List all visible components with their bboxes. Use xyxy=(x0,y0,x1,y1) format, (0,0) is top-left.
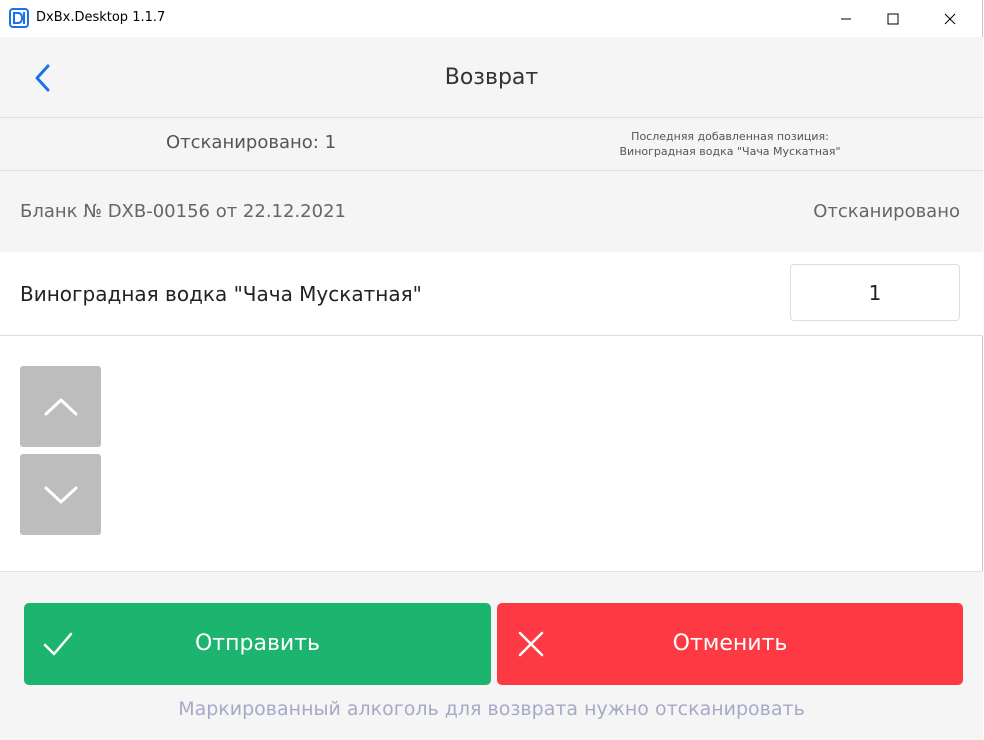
minimize-icon xyxy=(841,18,851,19)
item-name: Виноградная водка "Чача Мускатная" xyxy=(20,282,422,306)
scanned-count: Отсканировано: 1 xyxy=(166,132,337,153)
page-header: Возврат xyxy=(0,37,983,118)
footer: Отправить Отменить Маркированный алкогол… xyxy=(0,571,983,740)
chevron-up-icon xyxy=(44,398,77,415)
quantity-field[interactable]: 1 xyxy=(790,264,960,321)
last-added-value: Виноградная водка "Чача Мускатная" xyxy=(619,145,841,158)
cancel-button-label: Отменить xyxy=(672,631,788,656)
cancel-button[interactable]: Отменить xyxy=(497,603,963,685)
last-added-position: Последняя добавленная позиция: Виноградн… xyxy=(590,129,870,159)
scan-info-bar: Отсканировано: 1 Последняя добавленная п… xyxy=(0,118,983,171)
last-added-label: Последняя добавленная позиция: xyxy=(631,130,829,143)
scroll-up-button[interactable] xyxy=(20,366,101,447)
send-button[interactable]: Отправить xyxy=(24,603,491,685)
form-info-bar: Бланк № DXB-00156 от 22.12.2021 Отсканир… xyxy=(0,171,983,252)
maximize-icon xyxy=(887,13,899,24)
close-window-icon xyxy=(944,13,956,24)
form-number: Бланк № DXB-00156 от 22.12.2021 xyxy=(20,201,346,222)
title-bar: DxBx.Desktop 1.1.7 xyxy=(0,0,982,37)
list-item: Виноградная водка "Чача Мускатная" 1 xyxy=(0,252,983,336)
form-status: Отсканировано xyxy=(813,201,960,222)
app-window: DxBx.Desktop 1.1.7 Возврат Отсканировано… xyxy=(0,0,983,740)
scroll-down-button[interactable] xyxy=(20,454,101,535)
page-title: Возврат xyxy=(444,65,539,90)
minimize-button[interactable] xyxy=(823,0,869,37)
maximize-button[interactable] xyxy=(870,0,916,37)
dxbx-logo-icon xyxy=(9,8,29,28)
close-window-button[interactable] xyxy=(927,0,973,37)
chevron-down-icon xyxy=(44,486,77,503)
footer-note: Маркированный алкоголь для возврата нужн… xyxy=(178,698,805,720)
window-title: DxBx.Desktop 1.1.7 xyxy=(36,10,166,25)
send-button-label: Отправить xyxy=(194,631,320,656)
